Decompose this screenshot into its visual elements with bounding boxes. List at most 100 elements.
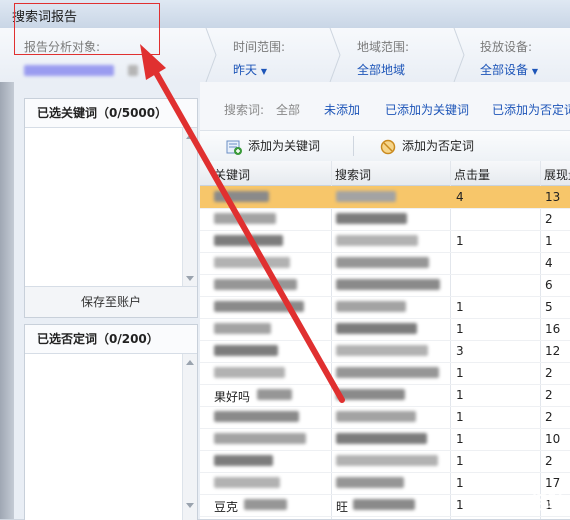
table-row[interactable]: 6: [200, 274, 570, 297]
redacted-text: [214, 213, 276, 224]
table-row[interactable]: 2: [200, 208, 570, 231]
filter-separator: [204, 28, 218, 82]
cell-clicks: 1: [456, 498, 464, 512]
scroll-up-icon[interactable]: [186, 134, 194, 139]
redacted-text: [336, 455, 438, 466]
table-row[interactable]: 4 13: [200, 186, 570, 209]
cell-impressions: 17: [545, 476, 561, 490]
selected-keywords-scrollbar[interactable]: [182, 128, 197, 287]
redacted-text: [244, 499, 287, 510]
toolbar-divider: [353, 136, 354, 156]
save-to-account-button[interactable]: 保存至账户: [25, 286, 197, 317]
table-row[interactable]: 12: [200, 362, 570, 385]
column-search-term[interactable]: 搜索词: [335, 166, 371, 183]
cell-impressions: 4: [545, 256, 553, 270]
cell-impressions: 6: [545, 278, 553, 292]
redacted-text: [336, 213, 407, 224]
redacted-text: [336, 433, 427, 444]
table-row[interactable]: 4: [200, 252, 570, 275]
table-row[interactable]: 1 10: [200, 428, 570, 451]
cell-clicks: 1: [456, 388, 464, 402]
redacted-text: [353, 499, 415, 510]
redacted-text: [336, 301, 406, 312]
redacted-text: [214, 411, 299, 422]
cell-impressions: 2: [545, 212, 553, 226]
add-negative-button[interactable]: 添加为否定词: [380, 137, 474, 155]
redacted-text: [214, 279, 297, 290]
cell-clicks: 1: [456, 234, 464, 248]
table-row[interactable]: 果好吗 1 2: [200, 384, 570, 407]
cell-impressions: 5: [545, 300, 553, 314]
table-toolbar: 添加为关键词 添加为否定词: [200, 130, 570, 162]
report-target-value[interactable]: [24, 63, 138, 77]
table-header: 关键词 搜索词 点击量 展现量: [200, 161, 570, 186]
cell-search-term: 旺: [336, 500, 349, 514]
device-dropdown[interactable]: 全部设备 ▼: [480, 61, 538, 78]
region-label: 地域范围:: [357, 40, 410, 54]
time-range-filter[interactable]: 时间范围: 昨天 ▼: [233, 38, 285, 78]
add-keyword-button[interactable]: 添加为关键词: [226, 137, 320, 155]
filter-separator: [452, 28, 466, 82]
redacted-text: [214, 235, 283, 246]
search-term-scope-bar: 搜索词: 全部 未添加 已添加为关键词 已添加为否定词: [200, 82, 570, 130]
scope-added-keyword-tab[interactable]: 已添加为关键词: [385, 101, 469, 118]
selected-negative-list[interactable]: [25, 354, 183, 520]
cell-impressions: 16: [545, 322, 561, 336]
time-range-dropdown[interactable]: 昨天 ▼: [233, 61, 285, 78]
scope-all-tab[interactable]: 全部: [276, 101, 300, 118]
cell-impressions: 13: [545, 190, 561, 204]
redacted-text: [214, 455, 273, 466]
scope-added-negative-tab[interactable]: 已添加为否定词: [492, 101, 570, 118]
cell-impressions: 2: [545, 410, 553, 424]
selected-negative-scrollbar[interactable]: [182, 354, 197, 520]
right-pane: 搜索词: 全部 未添加 已添加为关键词 已添加为否定词 添加为关键词 添加为否定…: [200, 82, 570, 519]
cell-clicks: 1: [456, 454, 464, 468]
cell-clicks: 4: [456, 190, 464, 204]
region-value[interactable]: 全部地域: [357, 61, 409, 78]
cell-keyword: 果好吗: [214, 390, 251, 404]
redacted-text: [336, 323, 417, 334]
scroll-down-icon[interactable]: [186, 276, 194, 281]
redacted-text: [336, 411, 416, 422]
redacted-text: [336, 477, 404, 488]
cell-clicks: 1: [456, 410, 464, 424]
device-filter[interactable]: 投放设备: 全部设备 ▼: [480, 38, 538, 78]
redacted-text: [214, 367, 285, 378]
selected-keywords-list[interactable]: [25, 128, 183, 287]
cell-impressions: 10: [545, 432, 561, 446]
selected-keywords-title: 已选关键词（0/5000）: [25, 99, 197, 128]
time-range-label: 时间范围:: [233, 40, 286, 54]
cell-clicks: 3: [456, 344, 464, 358]
table-row[interactable]: 12: [200, 450, 570, 473]
table-row[interactable]: 3 12: [200, 340, 570, 363]
chevron-down-icon: ▼: [531, 67, 538, 76]
background-window-edge: [0, 82, 14, 519]
redacted-text: [336, 279, 440, 290]
table-row[interactable]: 1 16: [200, 318, 570, 341]
redacted-text: [257, 389, 292, 400]
table-row[interactable]: 15: [200, 296, 570, 319]
watermark: Baidu经验: [472, 493, 566, 514]
table-row[interactable]: 12: [200, 406, 570, 429]
scope-label: 搜索词:: [224, 103, 265, 117]
region-filter[interactable]: 地域范围: 全部地域: [357, 38, 409, 78]
add-keyword-icon: [226, 139, 242, 155]
redacted-text: [214, 323, 271, 334]
filter-separator: [328, 28, 342, 82]
scroll-down-icon[interactable]: [186, 503, 194, 508]
scroll-up-icon[interactable]: [186, 360, 194, 365]
cell-clicks: 1: [456, 322, 464, 336]
cell-impressions: 2: [545, 366, 553, 380]
column-clicks[interactable]: 点击量: [454, 166, 490, 183]
redacted-text: [336, 389, 405, 400]
cell-impressions: 1: [545, 234, 553, 248]
table-row[interactable]: 11: [200, 230, 570, 253]
redacted-text: [214, 477, 280, 488]
redacted-text: [214, 433, 306, 444]
column-impressions[interactable]: 展现量: [544, 166, 570, 183]
selected-keywords-panel: 已选关键词（0/5000） 保存至账户: [24, 98, 198, 318]
cell-impressions: 12: [545, 344, 561, 358]
column-keyword[interactable]: 关键词: [214, 166, 250, 183]
left-pane: 已选关键词（0/5000） 保存至账户 已选否定词（0/200）: [14, 82, 201, 520]
scope-not-added-tab[interactable]: 未添加: [324, 101, 360, 118]
